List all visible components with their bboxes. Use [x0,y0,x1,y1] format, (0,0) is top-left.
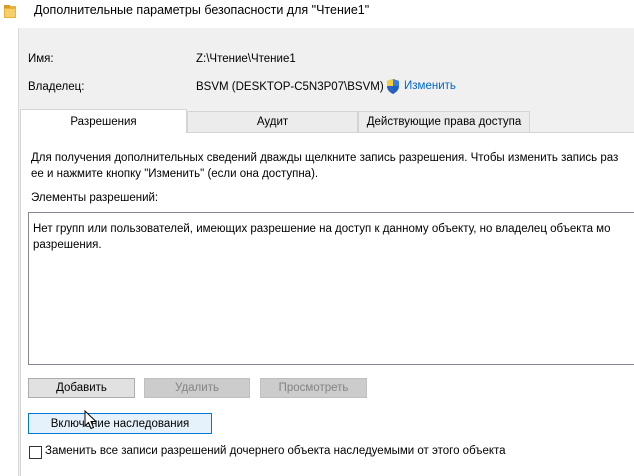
name-label: Имя: [28,53,54,65]
replace-child-permissions-label[interactable]: Заменить все записи разрешений дочернего… [45,445,506,457]
name-value: Z:\Чтение\Чтение1 [196,53,296,65]
mouse-cursor-icon [84,410,98,430]
window-title: Дополнительные параметры безопасности дл… [34,3,370,17]
enable-inheritance-button[interactable]: Включение наследования [28,413,212,434]
uac-shield-icon [387,79,399,94]
remove-button[interactable]: Удалить [144,378,250,398]
description-line: ее и нажмите кнопку "Изменить" (если она… [31,168,319,180]
description-line: Для получения дополнительных сведений дв… [31,152,619,164]
view-button[interactable]: Просмотреть [260,378,367,398]
permission-entries-list[interactable]: Нет групп или пользователей, имеющих раз… [28,212,634,365]
permissions-description: Для получения дополнительных сведений дв… [31,150,634,182]
owner-label: Владелец: [28,81,85,93]
tab-audit[interactable]: Аудит [187,111,358,132]
empty-list-message: разрешения. [33,239,102,251]
add-button[interactable]: Добавить [28,378,135,398]
tab-permissions[interactable]: Разрешения [20,109,187,133]
permission-entries-label: Элементы разрешений: [31,192,159,204]
tab-effective-access[interactable]: Действующие права доступа [358,111,530,132]
title-bar: Дополнительные параметры безопасности дл… [0,0,634,28]
owner-value: BSVM (DESKTOP-C5N3P07\BSVM) [196,81,384,93]
folder-icon [4,5,16,18]
empty-list-message: Нет групп или пользователей, имеющих раз… [33,223,611,235]
change-owner-link[interactable]: Изменить [404,80,456,92]
replace-child-permissions-checkbox[interactable] [29,446,42,459]
